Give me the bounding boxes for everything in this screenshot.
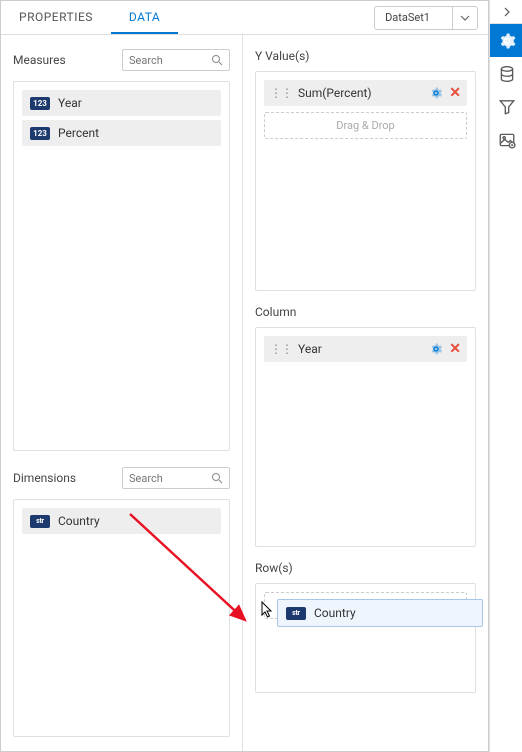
measures-list: 123 Year 123 Percent <box>13 81 230 451</box>
field-label: Percent <box>58 126 99 140</box>
settings-gear-button[interactable] <box>490 24 522 57</box>
right-panel: Y Value(s) ⋮⋮ Sum(Percent) ✕ Drag & Drop… <box>243 35 488 751</box>
search-icon <box>211 54 223 66</box>
remove-icon[interactable]: ✕ <box>449 85 461 101</box>
field-label: Country <box>58 514 100 528</box>
image-button[interactable] <box>490 123 522 156</box>
yvalues-title: Y Value(s) <box>255 49 476 63</box>
number-type-icon: 123 <box>30 97 50 110</box>
dimensions-search[interactable] <box>122 467 230 489</box>
tab-properties[interactable]: PROPERTIES <box>1 1 111 34</box>
remove-icon[interactable]: ✕ <box>449 341 461 357</box>
dropped-label: Sum(Percent) <box>298 86 423 100</box>
gear-icon[interactable] <box>429 86 443 100</box>
measures-title: Measures <box>13 53 66 67</box>
drag-handle-icon[interactable]: ⋮⋮ <box>270 343 292 355</box>
dataset-select-value: DataSet1 <box>375 7 453 29</box>
field-pill-year[interactable]: 123 Year <box>22 90 221 116</box>
collapse-button[interactable] <box>490 0 522 24</box>
yvalues-placeholder[interactable]: Drag & Drop <box>264 112 467 139</box>
dropped-label: Year <box>298 342 423 356</box>
gear-icon[interactable] <box>429 342 443 356</box>
cursor-icon <box>261 601 275 619</box>
search-icon <box>211 472 223 484</box>
field-pill-percent[interactable]: 123 Percent <box>22 120 221 146</box>
dropped-pill-sum-percent[interactable]: ⋮⋮ Sum(Percent) ✕ <box>264 80 467 106</box>
yvalues-dropzone[interactable]: ⋮⋮ Sum(Percent) ✕ Drag & Drop <box>255 71 476 291</box>
dimensions-search-input[interactable] <box>129 472 211 485</box>
field-pill-country[interactable]: str Country <box>22 508 221 534</box>
right-sidebar <box>489 0 522 752</box>
database-button[interactable] <box>490 57 522 90</box>
dropped-pill-year[interactable]: ⋮⋮ Year ✕ <box>264 336 467 362</box>
field-label: Year <box>58 96 82 110</box>
dataset-select[interactable]: DataSet1 <box>374 6 478 30</box>
string-type-icon: str <box>286 607 306 620</box>
measures-search[interactable] <box>122 49 230 71</box>
dimensions-list: str Country <box>13 499 230 737</box>
column-dropzone[interactable]: ⋮⋮ Year ✕ <box>255 327 476 547</box>
measures-search-input[interactable] <box>129 54 211 67</box>
chevron-down-icon <box>453 7 477 29</box>
tabs-row: PROPERTIES DATA DataSet1 <box>1 1 488 35</box>
filter-button[interactable] <box>490 90 522 123</box>
number-type-icon: 123 <box>30 127 50 140</box>
left-panel: Measures 123 Year 123 Percent <box>1 35 243 751</box>
drag-ghost-country: str Country <box>277 599 483 627</box>
rows-title: Row(s) <box>255 561 476 575</box>
drag-ghost-label: Country <box>314 606 356 620</box>
dimensions-title: Dimensions <box>13 471 76 485</box>
column-title: Column <box>255 305 476 319</box>
drag-handle-icon[interactable]: ⋮⋮ <box>270 87 292 99</box>
string-type-icon: str <box>30 515 50 528</box>
tab-data[interactable]: DATA <box>111 1 178 34</box>
